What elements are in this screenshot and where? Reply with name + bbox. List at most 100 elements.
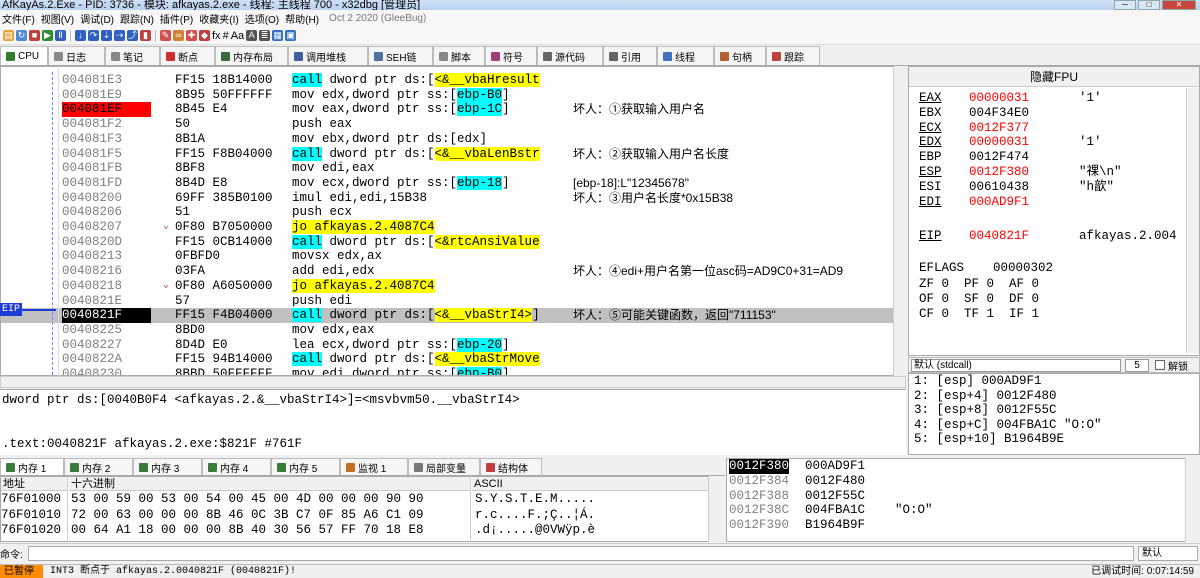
stack-row[interactable]: 0012F384 0012F480 bbox=[727, 474, 1199, 489]
menu-item[interactable]: 跟踪(N) bbox=[120, 11, 160, 26]
disasm-row[interactable]: 00408200 69FF 385B0100 imul edi,edi,15B38 坏… bbox=[1, 190, 905, 206]
disasm-row[interactable]: 00408206 51 push ecx bbox=[1, 205, 905, 220]
eflags-value[interactable]: 00000302 bbox=[993, 261, 1053, 275]
disasm-row[interactable]: 004081FD 8B4D E8 mov ecx,dword ptr ss:[ebp… bbox=[1, 175, 905, 191]
tab-item[interactable]: 线程 bbox=[657, 46, 714, 65]
menu-item[interactable]: 插件(P) bbox=[160, 11, 199, 26]
stack-row[interactable]: 0012F390 B1964B9F bbox=[727, 518, 1199, 533]
disasm-row[interactable]: 00408227 8D4D E0 lea ecx,dword ptr ss:[ebp… bbox=[1, 337, 905, 353]
disasm-row[interactable]: 004081F5 FF15 F8B04000 call dword ptr ds:[… bbox=[1, 146, 905, 162]
register-value[interactable]: 00000031 bbox=[969, 135, 1029, 149]
register-value[interactable]: 00610438 bbox=[969, 180, 1029, 194]
menu-item[interactable]: 收藏夹(I) bbox=[199, 11, 244, 26]
arg-count-spinner[interactable]: 5 bbox=[1125, 358, 1149, 372]
dump-tab[interactable]: 局部变量 bbox=[408, 458, 480, 475]
arguments-panel[interactable]: 1: [esp] 000AD9F1 2: [esp+4] 0012F480 3: [… bbox=[908, 373, 1200, 455]
execute-till-return-icon[interactable]: ⤴ bbox=[127, 30, 138, 41]
close-button[interactable]: ✕ bbox=[1162, 0, 1196, 10]
hide-fpu-button[interactable]: 隐藏FPU bbox=[909, 67, 1199, 87]
tab-cpu[interactable]: CPU bbox=[0, 46, 48, 65]
patch-icon[interactable]: ✚ bbox=[186, 30, 197, 41]
argument-row[interactable]: 4: [esp+C] 004FBA1C "O:O" bbox=[914, 418, 1102, 433]
stack-scrollbar[interactable] bbox=[1185, 458, 1200, 542]
menu-item[interactable]: 帮助(H) bbox=[285, 11, 325, 26]
disassembly-horizontal-scrollbar[interactable] bbox=[0, 376, 906, 388]
dump-tab[interactable]: 内存 5 bbox=[271, 458, 340, 475]
disasm-row[interactable]: 004081F3 8B1A mov ebx,dword ptr ds:[edx] bbox=[1, 131, 905, 147]
tab-item[interactable]: 日志 bbox=[48, 46, 105, 65]
memory-dump-view[interactable]: 地址 十六进制 ASCII 76F01000 53 00 59 00 53 00 … bbox=[0, 476, 725, 542]
tab-item[interactable]: 调用堆栈 bbox=[288, 46, 368, 65]
tab-item[interactable]: 跟踪 bbox=[766, 46, 820, 65]
tab-item[interactable]: 内存布局 bbox=[215, 46, 288, 65]
register-value[interactable]: 000AD9F1 bbox=[969, 195, 1029, 209]
disassembly-view[interactable]: 004081E3 FF15 18B14000 call dword ptr ds:[… bbox=[0, 66, 906, 376]
calc-icon[interactable]: ▦ bbox=[272, 30, 284, 41]
argument-row[interactable]: 3: [esp+8] 0012F55C bbox=[914, 403, 1057, 418]
tab-item[interactable]: 断点 bbox=[160, 46, 215, 65]
register-value[interactable]: 0040821F bbox=[969, 229, 1029, 243]
run-icon[interactable]: ▶ bbox=[42, 30, 53, 41]
eflags-row[interactable]: EFLAGS 00000302 bbox=[919, 261, 1053, 275]
pen-icon[interactable]: ✎ bbox=[160, 30, 171, 41]
disasm-row[interactable]: 0040822A FF15 94B14000 call dword ptr ds:[… bbox=[1, 352, 905, 367]
flags-row[interactable]: OF 0 SF 0 DF 0 bbox=[919, 292, 1039, 306]
disasm-row[interactable]: 004081E9 8B95 50FFFFFF mov edx,dword ptr s… bbox=[1, 87, 905, 103]
tab-item[interactable]: 符号 bbox=[485, 46, 537, 65]
tab-item[interactable]: 脚本 bbox=[433, 46, 485, 65]
font-icon[interactable]: A bbox=[246, 30, 258, 41]
command-input[interactable] bbox=[28, 546, 1134, 561]
font-size-icon[interactable]: Aa bbox=[231, 30, 244, 42]
argument-row[interactable]: 5: [esp+10] B1964B9E bbox=[914, 432, 1064, 447]
dump-tab[interactable]: 内存 4 bbox=[202, 458, 271, 475]
disasm-row[interactable]: 004081FB 8BF8 mov edi,eax bbox=[1, 161, 905, 176]
dump-tab[interactable]: 内存 3 bbox=[133, 458, 202, 475]
register-value[interactable]: 0012F380 bbox=[969, 165, 1029, 179]
register-value[interactable]: 004F34E0 bbox=[969, 106, 1029, 120]
disasm-row[interactable]: 00408218 ⌄ 0F80 A6050000 jo afkayas.2.4087C… bbox=[1, 278, 905, 294]
command-mode-select[interactable]: 默认 bbox=[1138, 546, 1198, 561]
dump-tab[interactable]: 内存 1 bbox=[0, 458, 64, 475]
stack-row[interactable]: 0012F38C 004FBA1C "O:O" bbox=[727, 503, 1199, 518]
disasm-row[interactable]: 00408230 8BBD 50FFFFFF mov edi,dword ptr s… bbox=[1, 367, 905, 375]
trace-into-icon[interactable]: ⇣ bbox=[101, 30, 112, 41]
step-over-icon[interactable]: ↷ bbox=[88, 30, 99, 41]
call-convention-select[interactable]: 默认 (stdcall) bbox=[911, 358, 1121, 372]
disasm-row[interactable]: 00408207 ⌄ 0F80 B7050000 jo afkayas.2.4087C… bbox=[1, 220, 905, 235]
close-debug-icon[interactable]: ■ bbox=[29, 30, 40, 41]
list-icon[interactable]: ≣ bbox=[259, 30, 271, 41]
stack-row[interactable]: 0012F388 0012F55C bbox=[727, 489, 1199, 504]
trace-over-icon[interactable]: ⇢ bbox=[114, 30, 125, 41]
disassembly-vertical-scrollbar[interactable] bbox=[893, 66, 906, 376]
disasm-row[interactable]: 0040821F FF15 F4B04000 call dword ptr ds:[… bbox=[1, 308, 905, 323]
registers-panel[interactable]: 隐藏FPU EAX 00000031 '1' EBX 004F34E0 ECX 0012F3… bbox=[908, 66, 1200, 356]
menu-item[interactable]: 视图(V) bbox=[41, 11, 80, 26]
pause-icon[interactable]: Ⅱ bbox=[55, 30, 66, 41]
link-icon[interactable]: ∞ bbox=[173, 30, 184, 41]
disasm-row[interactable]: 00408225 8BD0 mov edx,eax bbox=[1, 322, 905, 338]
dump-scrollbar[interactable] bbox=[708, 476, 725, 542]
menu-item[interactable]: 文件(F) bbox=[2, 11, 41, 26]
run-to-user-icon[interactable]: ▮ bbox=[140, 30, 151, 41]
disasm-row[interactable]: 00408213 0FBFD0 movsx edx,ax bbox=[1, 249, 905, 265]
disasm-row[interactable]: 004081EF 8B45 E4 mov eax,dword ptr ss:[ebp… bbox=[1, 102, 905, 118]
stack-view[interactable]: 0012F380 000AD9F1 0012F384 0012F480 0012F388… bbox=[726, 458, 1200, 542]
flags-row[interactable]: CF 0 TF 1 IF 1 bbox=[919, 307, 1039, 321]
argument-row[interactable]: 1: [esp] 000AD9F1 bbox=[914, 374, 1042, 389]
unlock-checkbox[interactable] bbox=[1155, 360, 1165, 370]
open-icon[interactable]: ▤ bbox=[3, 30, 14, 41]
disasm-row[interactable]: 00408216 03FA add edi,edx 坏人：④edi+用户名第一位asc… bbox=[1, 264, 905, 279]
flags-row[interactable]: ZF 0 PF 0 AF 0 bbox=[919, 277, 1039, 291]
disasm-row[interactable]: 0040820D FF15 0CB14000 call dword ptr ds:[… bbox=[1, 234, 905, 250]
minimize-button[interactable]: ─ bbox=[1114, 0, 1136, 10]
tab-item[interactable]: 笔记 bbox=[105, 46, 160, 65]
menu-item[interactable]: 选项(O) bbox=[245, 11, 285, 26]
register-value[interactable]: 00000031 bbox=[969, 91, 1029, 105]
disasm-row[interactable]: 004081E3 FF15 18B14000 call dword ptr ds:[… bbox=[1, 73, 905, 88]
dump-tab[interactable]: 结构体 bbox=[480, 458, 542, 475]
dump-tab[interactable]: 监视 1 bbox=[340, 458, 408, 475]
fx-icon[interactable]: fx bbox=[212, 30, 221, 42]
disasm-row[interactable]: 0040821E 57 push edi bbox=[1, 293, 905, 309]
tab-item[interactable]: 句柄 bbox=[714, 46, 766, 65]
disasm-row[interactable]: 004081F2 50 push eax bbox=[1, 117, 905, 132]
